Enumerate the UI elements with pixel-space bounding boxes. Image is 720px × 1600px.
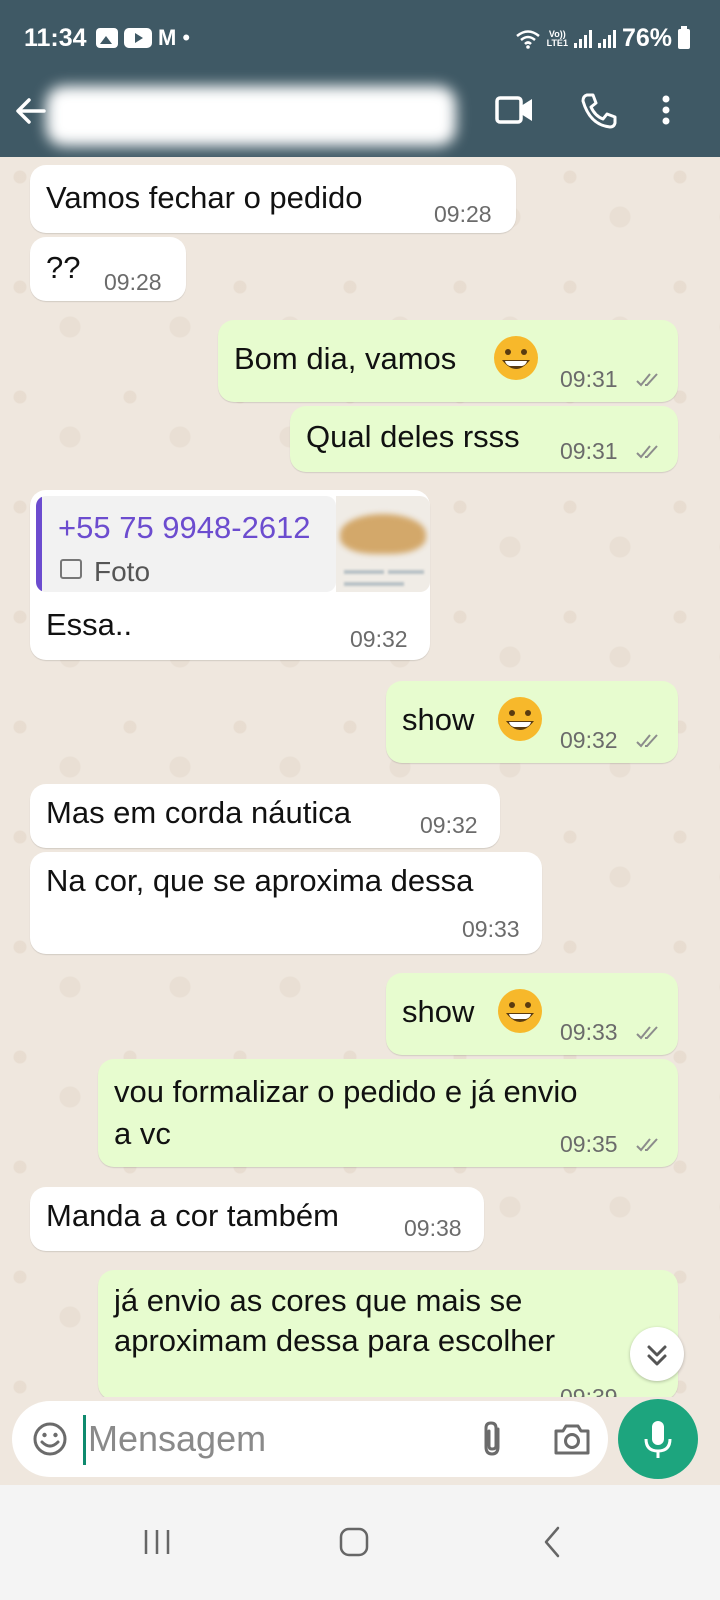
message-text: Qual deles rsss	[306, 419, 520, 454]
message-time: 09:32	[350, 626, 408, 652]
message-text: Mas em corda náutica	[46, 795, 351, 830]
home-icon[interactable]	[329, 1517, 379, 1567]
message-text: Vamos fechar o pedido	[46, 180, 363, 215]
message-time: 09:33	[462, 916, 520, 942]
gmail-notification-icon: M	[158, 25, 177, 50]
message-time: 09:31	[560, 366, 618, 392]
youtube-notification-icon	[124, 28, 152, 48]
message-text: Na cor, que se aproxima dessa	[46, 863, 474, 898]
message-time: 09:33	[560, 1019, 618, 1045]
chat-toolbar	[0, 78, 720, 157]
message-incoming[interactable]: Mas em corda náutica 09:32	[30, 784, 500, 848]
contact-name-redacted[interactable]	[46, 86, 456, 146]
quoted-type: Foto	[94, 556, 151, 587]
read-ticks-icon	[636, 1026, 658, 1040]
signal-2-icon	[597, 29, 616, 48]
message-outgoing[interactable]: vou formalizar o pedido e já envio a vc …	[98, 1059, 678, 1167]
message-text-line: a vc	[114, 1116, 171, 1151]
message-text-line: vou formalizar o pedido e já envio	[114, 1074, 578, 1109]
battery-icon	[678, 25, 690, 49]
paperclip-icon[interactable]	[478, 1419, 508, 1459]
back-nav-icon[interactable]	[528, 1517, 578, 1567]
wifi-icon	[515, 29, 540, 49]
message-time: 09:32	[420, 812, 478, 838]
composer	[0, 1397, 720, 1485]
read-ticks-icon	[636, 734, 658, 748]
grinning-face-icon	[498, 989, 542, 1033]
quote-accent-bar	[36, 496, 42, 592]
message-text-line: aproximam dessa para escolher	[114, 1323, 556, 1358]
message-outgoing[interactable]: show 09:33	[386, 973, 678, 1055]
message-time: 09:28	[104, 269, 162, 295]
message-time: 09:38	[404, 1215, 462, 1241]
message-time: 09:35	[560, 1131, 618, 1157]
emoji-icon[interactable]	[32, 1421, 68, 1457]
message-text-line: já envio as cores que mais se	[114, 1283, 523, 1318]
microphone-icon	[644, 1421, 672, 1458]
message-text: Manda a cor também	[46, 1198, 339, 1233]
quoted-sender: +55 75 9948-2612	[58, 510, 311, 545]
more-notifications-icon: •	[182, 25, 191, 50]
message-time: 09:31	[560, 438, 618, 464]
message-outgoing[interactable]: show 09:32	[386, 681, 678, 763]
read-ticks-icon	[636, 445, 658, 459]
thumbnail-detail	[344, 582, 404, 586]
message-text: show	[402, 994, 475, 1029]
message-time: 09:39	[560, 1384, 618, 1397]
message-incoming[interactable]: Na cor, que se aproxima dessa 09:33	[30, 852, 542, 954]
message-incoming[interactable]: ?? 09:28	[30, 237, 186, 301]
chat-header: 11:34 M • Vo)) LTE1 76%	[0, 0, 720, 157]
recent-apps-icon[interactable]	[132, 1517, 182, 1567]
camera-icon[interactable]	[552, 1421, 592, 1457]
message-time: 09:28	[434, 201, 492, 227]
battery-percent: 76%	[621, 24, 672, 52]
system-navigation-bar	[0, 1485, 720, 1600]
quoted-message[interactable]: +55 75 9948-2612 Foto	[36, 496, 336, 592]
grinning-face-icon	[494, 336, 538, 380]
message-incoming-reply[interactable]: +55 75 9948-2612 Foto Essa.. 09:32	[30, 490, 430, 660]
volte-icon: Vo)) LTE1	[546, 29, 568, 48]
lte-label: LTE1	[546, 37, 568, 48]
message-outgoing[interactable]: Bom dia, vamos 09:31	[218, 320, 678, 402]
system-status: Vo)) LTE1 76%	[515, 24, 690, 53]
double-chevron-down-icon	[647, 1345, 667, 1366]
thumbnail-image	[340, 514, 426, 554]
text-cursor	[83, 1415, 86, 1465]
notification-icons: M •	[96, 25, 191, 50]
quoted-photo-thumbnail[interactable]	[336, 496, 430, 592]
scroll-to-bottom-button[interactable]	[630, 1327, 684, 1381]
message-incoming[interactable]: Manda a cor também 09:38	[30, 1187, 484, 1251]
message-text: ??	[46, 250, 81, 285]
message-outgoing[interactable]: já envio as cores que mais se aproximam …	[98, 1270, 678, 1397]
gallery-notification-icon	[96, 28, 118, 48]
grinning-face-icon	[498, 697, 542, 741]
chat-messages[interactable]: Vamos fechar o pedido 09:28 ?? 09:28 Bom…	[0, 157, 720, 1397]
thumbnail-detail	[344, 570, 384, 574]
phone-icon[interactable]	[578, 90, 620, 130]
signal-1-icon	[573, 29, 592, 48]
message-outgoing[interactable]: Qual deles rsss 09:31	[290, 406, 678, 472]
arrow-left-icon[interactable]	[14, 94, 48, 128]
message-input[interactable]	[88, 1413, 468, 1465]
voice-record-button[interactable]	[618, 1399, 698, 1479]
message-input-container	[12, 1401, 608, 1477]
message-text: Bom dia, vamos	[234, 341, 457, 376]
message-time: 09:32	[560, 727, 618, 753]
status-bar: 11:34 M • Vo)) LTE1 76%	[0, 0, 720, 78]
photo-icon	[60, 559, 82, 579]
read-ticks-icon	[636, 373, 658, 387]
message-incoming[interactable]: Vamos fechar o pedido 09:28	[30, 165, 516, 233]
thumbnail-detail	[388, 570, 424, 574]
more-vertical-icon[interactable]	[652, 90, 680, 130]
read-ticks-icon	[636, 1138, 658, 1152]
status-time: 11:34	[24, 24, 87, 52]
video-camera-icon[interactable]	[494, 90, 536, 130]
message-text: Essa..	[46, 607, 133, 642]
message-text: show	[402, 702, 475, 737]
